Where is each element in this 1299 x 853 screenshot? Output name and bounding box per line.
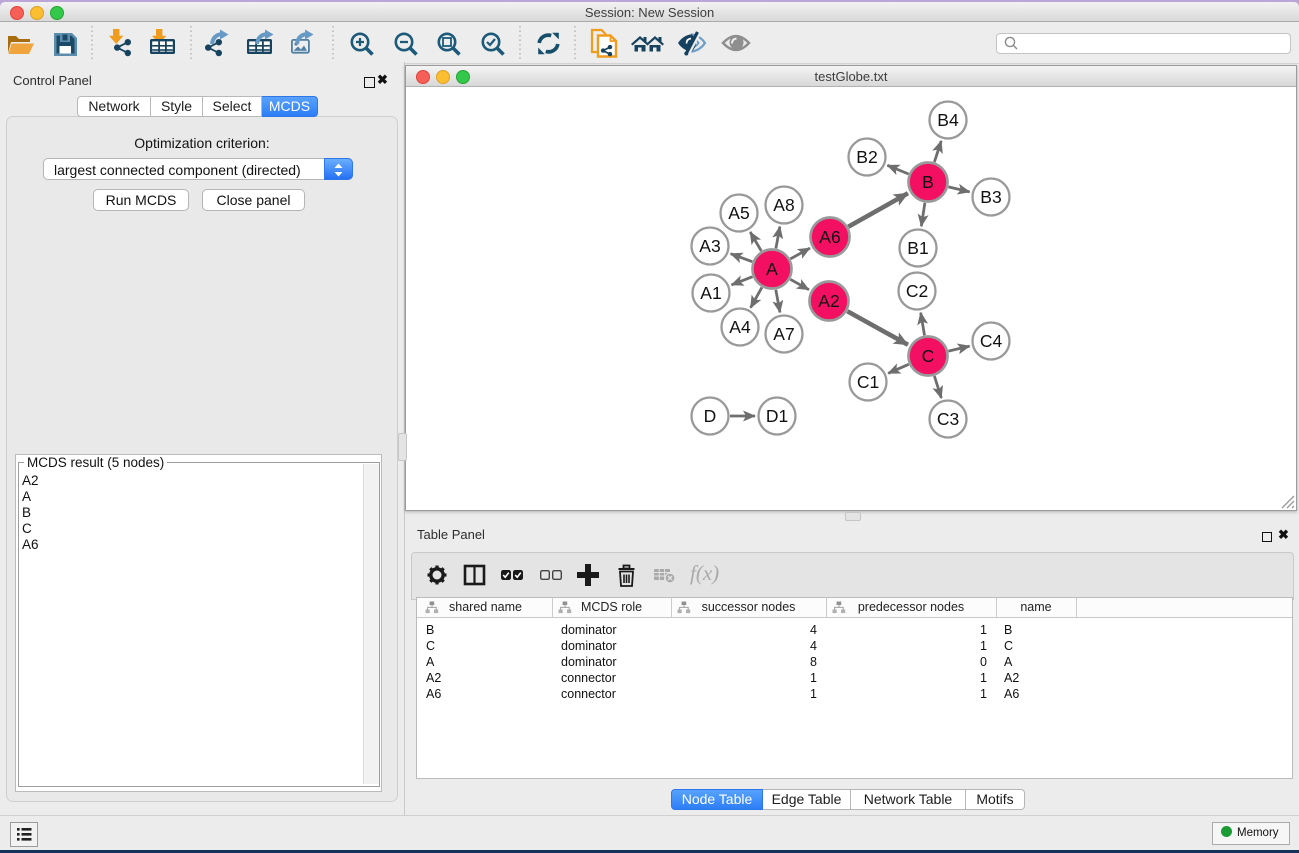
svg-text:A8: A8 (773, 195, 794, 215)
svg-text:C1: C1 (857, 372, 879, 392)
svg-text:A6: A6 (819, 227, 840, 247)
svg-text:A3: A3 (699, 236, 720, 256)
svg-text:A: A (766, 259, 778, 279)
svg-text:C3: C3 (937, 409, 959, 429)
svg-text:B1: B1 (907, 238, 928, 258)
svg-text:C4: C4 (980, 331, 1003, 351)
svg-text:A4: A4 (729, 317, 751, 337)
svg-text:A2: A2 (818, 291, 839, 311)
svg-text:C: C (922, 346, 935, 366)
svg-text:A1: A1 (700, 283, 721, 303)
svg-text:A7: A7 (773, 324, 794, 344)
svg-text:C2: C2 (906, 281, 928, 301)
svg-text:B3: B3 (980, 187, 1001, 207)
svg-text:B4: B4 (937, 110, 959, 130)
svg-text:D: D (704, 406, 717, 426)
svg-text:A5: A5 (728, 203, 749, 223)
svg-text:B2: B2 (856, 147, 877, 167)
svg-text:B: B (922, 172, 934, 192)
svg-text:D1: D1 (766, 406, 788, 426)
